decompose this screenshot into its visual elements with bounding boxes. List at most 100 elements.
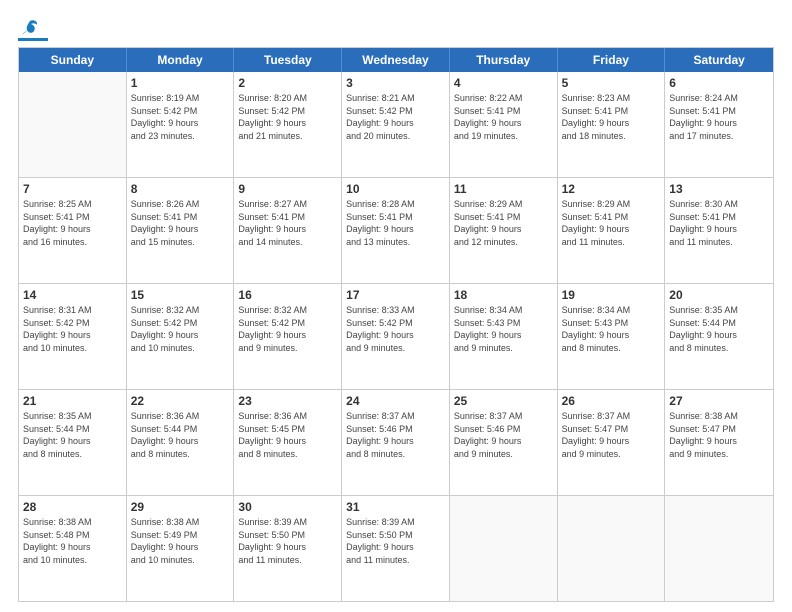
calendar-cell: 22Sunrise: 8:36 AM Sunset: 5:44 PM Dayli… bbox=[127, 390, 235, 495]
day-number: 18 bbox=[454, 287, 553, 303]
calendar-cell: 21Sunrise: 8:35 AM Sunset: 5:44 PM Dayli… bbox=[19, 390, 127, 495]
calendar-cell: 7Sunrise: 8:25 AM Sunset: 5:41 PM Daylig… bbox=[19, 178, 127, 283]
day-number: 25 bbox=[454, 393, 553, 409]
cell-text: Sunrise: 8:25 AM Sunset: 5:41 PM Dayligh… bbox=[23, 198, 122, 248]
calendar-cell: 1Sunrise: 8:19 AM Sunset: 5:42 PM Daylig… bbox=[127, 72, 235, 177]
day-number: 16 bbox=[238, 287, 337, 303]
calendar-header-cell: Saturday bbox=[665, 48, 773, 72]
page: SundayMondayTuesdayWednesdayThursdayFrid… bbox=[0, 0, 792, 612]
calendar-header-cell: Thursday bbox=[450, 48, 558, 72]
day-number: 4 bbox=[454, 75, 553, 91]
calendar-cell: 11Sunrise: 8:29 AM Sunset: 5:41 PM Dayli… bbox=[450, 178, 558, 283]
calendar-cell: 20Sunrise: 8:35 AM Sunset: 5:44 PM Dayli… bbox=[665, 284, 773, 389]
calendar-cell: 14Sunrise: 8:31 AM Sunset: 5:42 PM Dayli… bbox=[19, 284, 127, 389]
calendar-cell: 15Sunrise: 8:32 AM Sunset: 5:42 PM Dayli… bbox=[127, 284, 235, 389]
calendar-cell: 6Sunrise: 8:24 AM Sunset: 5:41 PM Daylig… bbox=[665, 72, 773, 177]
day-number: 17 bbox=[346, 287, 445, 303]
logo-bird-icon bbox=[20, 18, 40, 38]
header bbox=[18, 18, 774, 41]
calendar-body: 1Sunrise: 8:19 AM Sunset: 5:42 PM Daylig… bbox=[19, 72, 773, 601]
day-number: 13 bbox=[669, 181, 769, 197]
calendar-cell: 26Sunrise: 8:37 AM Sunset: 5:47 PM Dayli… bbox=[558, 390, 666, 495]
cell-text: Sunrise: 8:30 AM Sunset: 5:41 PM Dayligh… bbox=[669, 198, 769, 248]
calendar-cell: 3Sunrise: 8:21 AM Sunset: 5:42 PM Daylig… bbox=[342, 72, 450, 177]
day-number: 15 bbox=[131, 287, 230, 303]
calendar: SundayMondayTuesdayWednesdayThursdayFrid… bbox=[18, 47, 774, 602]
cell-text: Sunrise: 8:27 AM Sunset: 5:41 PM Dayligh… bbox=[238, 198, 337, 248]
day-number: 12 bbox=[562, 181, 661, 197]
day-number: 30 bbox=[238, 499, 337, 515]
day-number: 3 bbox=[346, 75, 445, 91]
calendar-row: 28Sunrise: 8:38 AM Sunset: 5:48 PM Dayli… bbox=[19, 496, 773, 601]
cell-text: Sunrise: 8:26 AM Sunset: 5:41 PM Dayligh… bbox=[131, 198, 230, 248]
cell-text: Sunrise: 8:23 AM Sunset: 5:41 PM Dayligh… bbox=[562, 92, 661, 142]
calendar-cell bbox=[450, 496, 558, 601]
cell-text: Sunrise: 8:28 AM Sunset: 5:41 PM Dayligh… bbox=[346, 198, 445, 248]
calendar-cell: 31Sunrise: 8:39 AM Sunset: 5:50 PM Dayli… bbox=[342, 496, 450, 601]
cell-text: Sunrise: 8:39 AM Sunset: 5:50 PM Dayligh… bbox=[238, 516, 337, 566]
day-number: 6 bbox=[669, 75, 769, 91]
day-number: 14 bbox=[23, 287, 122, 303]
cell-text: Sunrise: 8:36 AM Sunset: 5:45 PM Dayligh… bbox=[238, 410, 337, 460]
calendar-header-cell: Friday bbox=[558, 48, 666, 72]
day-number: 11 bbox=[454, 181, 553, 197]
day-number: 8 bbox=[131, 181, 230, 197]
cell-text: Sunrise: 8:37 AM Sunset: 5:46 PM Dayligh… bbox=[454, 410, 553, 460]
calendar-cell: 4Sunrise: 8:22 AM Sunset: 5:41 PM Daylig… bbox=[450, 72, 558, 177]
day-number: 2 bbox=[238, 75, 337, 91]
calendar-cell: 10Sunrise: 8:28 AM Sunset: 5:41 PM Dayli… bbox=[342, 178, 450, 283]
cell-text: Sunrise: 8:20 AM Sunset: 5:42 PM Dayligh… bbox=[238, 92, 337, 142]
cell-text: Sunrise: 8:35 AM Sunset: 5:44 PM Dayligh… bbox=[669, 304, 769, 354]
cell-text: Sunrise: 8:24 AM Sunset: 5:41 PM Dayligh… bbox=[669, 92, 769, 142]
cell-text: Sunrise: 8:35 AM Sunset: 5:44 PM Dayligh… bbox=[23, 410, 122, 460]
cell-text: Sunrise: 8:21 AM Sunset: 5:42 PM Dayligh… bbox=[346, 92, 445, 142]
cell-text: Sunrise: 8:31 AM Sunset: 5:42 PM Dayligh… bbox=[23, 304, 122, 354]
calendar-cell: 17Sunrise: 8:33 AM Sunset: 5:42 PM Dayli… bbox=[342, 284, 450, 389]
calendar-cell: 8Sunrise: 8:26 AM Sunset: 5:41 PM Daylig… bbox=[127, 178, 235, 283]
calendar-cell: 28Sunrise: 8:38 AM Sunset: 5:48 PM Dayli… bbox=[19, 496, 127, 601]
day-number: 19 bbox=[562, 287, 661, 303]
calendar-row: 7Sunrise: 8:25 AM Sunset: 5:41 PM Daylig… bbox=[19, 178, 773, 284]
calendar-cell: 2Sunrise: 8:20 AM Sunset: 5:42 PM Daylig… bbox=[234, 72, 342, 177]
calendar-cell: 9Sunrise: 8:27 AM Sunset: 5:41 PM Daylig… bbox=[234, 178, 342, 283]
day-number: 1 bbox=[131, 75, 230, 91]
calendar-row: 14Sunrise: 8:31 AM Sunset: 5:42 PM Dayli… bbox=[19, 284, 773, 390]
cell-text: Sunrise: 8:29 AM Sunset: 5:41 PM Dayligh… bbox=[562, 198, 661, 248]
calendar-cell bbox=[19, 72, 127, 177]
cell-text: Sunrise: 8:34 AM Sunset: 5:43 PM Dayligh… bbox=[454, 304, 553, 354]
calendar-cell: 12Sunrise: 8:29 AM Sunset: 5:41 PM Dayli… bbox=[558, 178, 666, 283]
day-number: 22 bbox=[131, 393, 230, 409]
calendar-row: 21Sunrise: 8:35 AM Sunset: 5:44 PM Dayli… bbox=[19, 390, 773, 496]
cell-text: Sunrise: 8:36 AM Sunset: 5:44 PM Dayligh… bbox=[131, 410, 230, 460]
cell-text: Sunrise: 8:38 AM Sunset: 5:48 PM Dayligh… bbox=[23, 516, 122, 566]
calendar-header-cell: Sunday bbox=[19, 48, 127, 72]
cell-text: Sunrise: 8:19 AM Sunset: 5:42 PM Dayligh… bbox=[131, 92, 230, 142]
cell-text: Sunrise: 8:32 AM Sunset: 5:42 PM Dayligh… bbox=[131, 304, 230, 354]
day-number: 23 bbox=[238, 393, 337, 409]
cell-text: Sunrise: 8:38 AM Sunset: 5:47 PM Dayligh… bbox=[669, 410, 769, 460]
day-number: 7 bbox=[23, 181, 122, 197]
day-number: 20 bbox=[669, 287, 769, 303]
day-number: 28 bbox=[23, 499, 122, 515]
calendar-header: SundayMondayTuesdayWednesdayThursdayFrid… bbox=[19, 48, 773, 72]
cell-text: Sunrise: 8:22 AM Sunset: 5:41 PM Dayligh… bbox=[454, 92, 553, 142]
cell-text: Sunrise: 8:37 AM Sunset: 5:46 PM Dayligh… bbox=[346, 410, 445, 460]
cell-text: Sunrise: 8:39 AM Sunset: 5:50 PM Dayligh… bbox=[346, 516, 445, 566]
day-number: 5 bbox=[562, 75, 661, 91]
logo bbox=[18, 18, 51, 41]
cell-text: Sunrise: 8:37 AM Sunset: 5:47 PM Dayligh… bbox=[562, 410, 661, 460]
calendar-header-cell: Wednesday bbox=[342, 48, 450, 72]
calendar-cell: 27Sunrise: 8:38 AM Sunset: 5:47 PM Dayli… bbox=[665, 390, 773, 495]
calendar-cell: 13Sunrise: 8:30 AM Sunset: 5:41 PM Dayli… bbox=[665, 178, 773, 283]
calendar-cell: 25Sunrise: 8:37 AM Sunset: 5:46 PM Dayli… bbox=[450, 390, 558, 495]
cell-text: Sunrise: 8:33 AM Sunset: 5:42 PM Dayligh… bbox=[346, 304, 445, 354]
day-number: 24 bbox=[346, 393, 445, 409]
calendar-cell: 18Sunrise: 8:34 AM Sunset: 5:43 PM Dayli… bbox=[450, 284, 558, 389]
cell-text: Sunrise: 8:34 AM Sunset: 5:43 PM Dayligh… bbox=[562, 304, 661, 354]
calendar-header-cell: Monday bbox=[127, 48, 235, 72]
day-number: 10 bbox=[346, 181, 445, 197]
calendar-header-cell: Tuesday bbox=[234, 48, 342, 72]
calendar-cell: 24Sunrise: 8:37 AM Sunset: 5:46 PM Dayli… bbox=[342, 390, 450, 495]
calendar-cell bbox=[665, 496, 773, 601]
day-number: 9 bbox=[238, 181, 337, 197]
